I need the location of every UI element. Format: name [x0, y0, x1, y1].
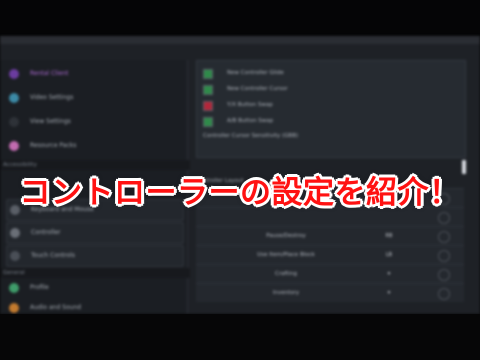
cursor-sensitivity-label: Controller Cursor Sensitivity (GBB) [203, 133, 299, 139]
controller-icon [10, 228, 20, 238]
layout-row[interactable]: Use Item/Place Block LB [196, 245, 464, 264]
checkbox[interactable] [203, 69, 213, 79]
row-label: Inventory [272, 290, 300, 296]
binding-button-icon[interactable] [438, 231, 450, 243]
row-label: Use Item/Place Block [257, 252, 315, 258]
option-new-controller-glide[interactable]: New Controller Glide [203, 67, 403, 79]
binding-button-icon[interactable] [438, 250, 450, 262]
sidebar-item-profile[interactable]: Profile [6, 278, 182, 298]
sidebar-item-label: View Settings [30, 118, 71, 125]
option-label: New Controller Glide [227, 70, 284, 76]
controller-options-box: New Controller Glide New Controller Curs… [196, 60, 466, 158]
window-top-strip [0, 36, 480, 44]
display-icon [9, 93, 19, 103]
layout-row[interactable]: Crafting ✦ [196, 264, 464, 283]
row-label: Pause/Destroy [266, 233, 306, 239]
checkbox[interactable] [203, 85, 213, 95]
binding-button-icon[interactable] [438, 288, 450, 300]
sidebar-item-touch-controls[interactable]: Touch Controls [6, 245, 184, 267]
sidebar-item-label: Controller [31, 229, 61, 236]
sidebar-item-resource-packs[interactable]: Resource Packs [6, 136, 182, 156]
sidebar-item-label: Touch Controls [31, 252, 75, 259]
option-ab-button-swap[interactable]: A/B Button Swap [203, 115, 403, 127]
option-new-controller-cursor[interactable]: New Controller Cursor [203, 83, 403, 95]
sidebar-item-controller[interactable]: Controller [6, 222, 184, 244]
key-binding: ✦ [386, 271, 392, 277]
sidebar-item-label: Resource Packs [30, 142, 77, 149]
profile-icon [9, 283, 19, 293]
key-binding: ✦ [386, 290, 392, 296]
layout-row[interactable]: Inventory ✦ [196, 283, 464, 302]
key-binding: RB [385, 233, 393, 239]
checkbox[interactable] [203, 117, 213, 127]
layout-row[interactable]: Pause/Destroy RB [196, 226, 464, 245]
sidebar-group-heading: General [0, 268, 190, 278]
video-caption-overlay: コントローラーの設定を紹介！ [19, 175, 461, 211]
screen: Rental Client Video Settings View Settin… [0, 0, 480, 360]
option-label: Y/X Button Swap [227, 102, 273, 108]
sidebar-item-video-settings[interactable]: Video Settings [6, 88, 182, 108]
option-yx-button-swap[interactable]: Y/X Button Swap [203, 99, 403, 111]
sidebar-item-label: Video Settings [30, 94, 74, 101]
eye-icon [9, 117, 19, 127]
key-binding: LB [385, 252, 393, 258]
binding-button-icon[interactable] [438, 269, 450, 281]
row-label: Crafting [275, 271, 297, 277]
sidebar-item-label: Rental Client [30, 70, 69, 77]
sidebar-group-heading: Accessibility [0, 160, 190, 170]
user-icon [9, 69, 19, 79]
checkbox[interactable] [203, 101, 213, 111]
sidebar-item-view-settings[interactable]: View Settings [6, 112, 182, 132]
pack-icon [9, 141, 19, 151]
letterbox-bottom [0, 314, 480, 360]
sidebar-item-label: Profile [30, 284, 49, 291]
option-label: A/B Button Swap [227, 118, 274, 124]
letterbox-top [0, 0, 480, 36]
option-label: New Controller Cursor [227, 86, 288, 92]
touch-icon [10, 251, 20, 261]
sidebar-item-rental-client[interactable]: Rental Client [6, 64, 182, 84]
sound-icon [9, 303, 19, 313]
